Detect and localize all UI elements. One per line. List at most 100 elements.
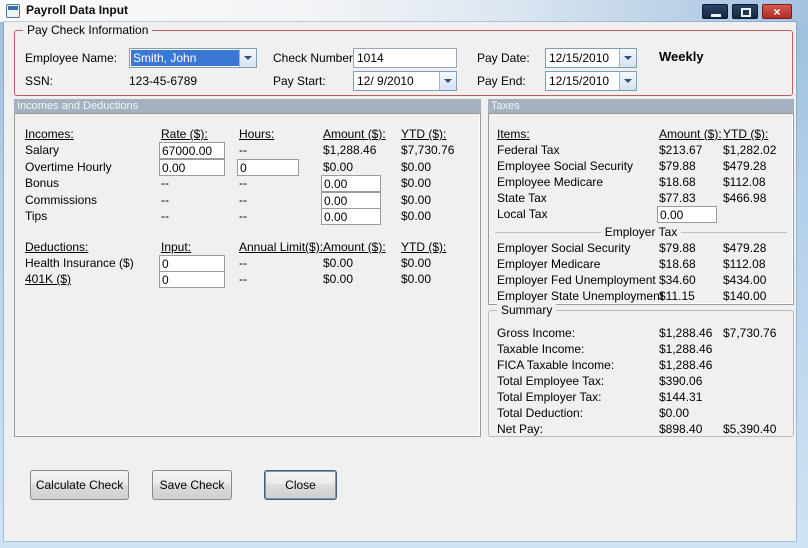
minimize-button[interactable] xyxy=(702,4,728,19)
summary-row-gross: Gross Income: $1,288.46 $7,730.76 xyxy=(489,325,793,342)
employee-ss-label: Employee Social Security xyxy=(497,159,634,173)
paycheck-info-group: Pay Check Information Employee Name: Smi… xyxy=(14,23,793,96)
commissions-hours: -- xyxy=(239,193,247,207)
maximize-button[interactable] xyxy=(732,4,758,19)
tax-row-employee-ss: Employee Social Security $79.88 $479.28 xyxy=(489,158,793,175)
deductions-header-row: Deductions: Input: Annual Limit($): Amou… xyxy=(15,239,480,256)
chevron-down-icon xyxy=(624,79,632,83)
summary-row-fica: FICA Taxable Income: $1,288.46 xyxy=(489,357,793,374)
401k-link[interactable]: 401K ($) xyxy=(25,271,71,288)
employer-ss-ytd: $479.28 xyxy=(723,241,767,255)
bonus-label: Bonus xyxy=(25,176,60,190)
net-pay-label: Net Pay: xyxy=(497,422,544,436)
local-tax-label: Local Tax xyxy=(497,207,548,221)
check-number-input[interactable] xyxy=(353,48,457,68)
401k-limit: -- xyxy=(239,272,247,286)
tax-ytd-col-header: YTD ($): xyxy=(723,127,769,141)
tips-label: Tips xyxy=(25,209,48,223)
salary-hours: -- xyxy=(239,143,247,157)
income-row-bonus: Bonus -- -- $0.00 xyxy=(15,175,480,192)
employee-name-label: Employee Name: xyxy=(25,51,118,65)
overtime-rate-input[interactable] xyxy=(159,159,225,176)
employee-medicare-ytd: $112.08 xyxy=(723,175,766,189)
employer-medicare-label: Employer Medicare xyxy=(497,257,601,271)
employee-medicare-label: Employee Medicare xyxy=(497,175,604,189)
taxes-header-row: Items: Amount ($): YTD ($): xyxy=(489,126,793,143)
pay-end-value: 12/15/2010 xyxy=(549,74,610,88)
total-employee-tax-label: Total Employee Tax: xyxy=(497,374,605,388)
employee-name-selected-value: Smith, John xyxy=(131,50,239,66)
pay-date-value: 12/15/2010 xyxy=(549,51,610,65)
commissions-amount-input[interactable] xyxy=(321,192,381,209)
pay-start-picker[interactable]: 12/ 9/2010 xyxy=(353,71,457,91)
calculate-check-button[interactable]: Calculate Check xyxy=(30,470,129,500)
tax-amount-col-header: Amount ($): xyxy=(659,127,722,141)
employer-fed-unemp-ytd: $434.00 xyxy=(723,273,767,287)
app-icon xyxy=(6,4,20,18)
pay-start-dropdown-button[interactable] xyxy=(439,72,456,90)
salary-rate-input[interactable] xyxy=(159,142,225,159)
health-insurance-ytd: $0.00 xyxy=(401,256,432,270)
save-check-button[interactable]: Save Check xyxy=(152,470,232,500)
tips-rate: -- xyxy=(161,209,169,223)
health-insurance-amount: $0.00 xyxy=(323,256,354,270)
summary-row-total-employee-tax: Total Employee Tax: $390.06 xyxy=(489,373,793,390)
overtime-amount: $0.00 xyxy=(323,160,354,174)
salary-ytd: $7,730.76 xyxy=(401,143,455,157)
local-tax-input[interactable] xyxy=(657,206,717,223)
income-row-salary: Salary -- $1,288.46 $7,730.76 xyxy=(15,142,480,159)
client-area: Pay Check Information Employee Name: Smi… xyxy=(4,22,796,541)
employer-medicare-ytd: $112.08 xyxy=(723,257,766,271)
titlebar[interactable]: Payroll Data Input × xyxy=(0,0,808,22)
pay-end-dropdown-button[interactable] xyxy=(619,72,636,90)
pay-end-picker[interactable]: 12/15/2010 xyxy=(545,71,637,91)
employee-name-select[interactable]: Smith, John xyxy=(129,48,257,68)
bonus-hours: -- xyxy=(239,176,247,190)
gross-income-ytd: $7,730.76 xyxy=(723,326,777,340)
input-col-header: Input: xyxy=(161,240,192,254)
overtime-ytd: $0.00 xyxy=(401,160,432,174)
close-window-button[interactable]: × xyxy=(762,4,792,19)
tax-row-employer-medicare: Employer Medicare $18.68 $112.08 xyxy=(489,256,793,273)
hours-col-header: Hours: xyxy=(239,127,275,141)
summary-group: Summary Gross Income: $1,288.46 $7,730.7… xyxy=(488,303,794,438)
employee-name-dropdown-button[interactable] xyxy=(239,49,256,67)
pay-start-value: 12/ 9/2010 xyxy=(357,74,414,88)
401k-input[interactable] xyxy=(159,271,225,288)
incomes-deductions-panel: Incomes: Rate ($): Hours: Amount ($): YT… xyxy=(14,113,481,437)
amount-col-header: Amount ($): xyxy=(323,127,386,141)
chevron-down-icon xyxy=(444,79,452,83)
pay-start-label: Pay Start: xyxy=(273,74,326,88)
employer-fed-unemp-amount: $34.60 xyxy=(659,273,696,287)
taxable-income-label: Taxable Income: xyxy=(497,342,585,356)
tips-amount-input[interactable] xyxy=(321,208,381,225)
health-insurance-input[interactable] xyxy=(159,255,225,272)
incomes-col-header: Incomes: xyxy=(25,127,74,141)
summary-row-total-employer-tax: Total Employer Tax: $144.31 xyxy=(489,389,793,406)
total-employee-tax-amount: $390.06 xyxy=(659,374,703,388)
bonus-amount-input[interactable] xyxy=(321,175,381,192)
pay-date-picker[interactable]: 12/15/2010 xyxy=(545,48,637,68)
bonus-ytd: $0.00 xyxy=(401,176,432,190)
federal-tax-label: Federal Tax xyxy=(497,143,560,157)
gross-income-label: Gross Income: xyxy=(497,326,576,340)
chevron-down-icon xyxy=(244,56,252,60)
employer-ss-amount: $79.88 xyxy=(659,241,696,255)
employer-fed-unemp-label: Employer Fed Unemployment xyxy=(497,273,656,287)
state-tax-ytd: $466.98 xyxy=(723,191,767,205)
pay-frequency-label: Weekly xyxy=(659,49,704,64)
summary-row-net-pay: Net Pay: $898.40 $5,390.40 xyxy=(489,421,793,438)
summary-group-title: Summary xyxy=(497,303,557,317)
overtime-hours-input[interactable] xyxy=(237,159,299,176)
total-deduction-label: Total Deduction: xyxy=(497,406,584,420)
federal-tax-amount: $213.67 xyxy=(659,143,703,157)
health-insurance-label: Health Insurance ($) xyxy=(25,256,134,270)
deductions-col-header: Deductions: xyxy=(25,240,89,254)
taxes-panel: Items: Amount ($): YTD ($): Federal Tax … xyxy=(488,113,794,305)
summary-row-taxable: Taxable Income: $1,288.46 xyxy=(489,341,793,358)
tax-row-local: Local Tax xyxy=(489,206,793,223)
employer-state-unemp-amount: $11.15 xyxy=(659,289,695,303)
ytd-col-header: YTD ($): xyxy=(401,127,447,141)
pay-date-dropdown-button[interactable] xyxy=(619,49,636,67)
close-button[interactable]: Close xyxy=(264,470,337,500)
